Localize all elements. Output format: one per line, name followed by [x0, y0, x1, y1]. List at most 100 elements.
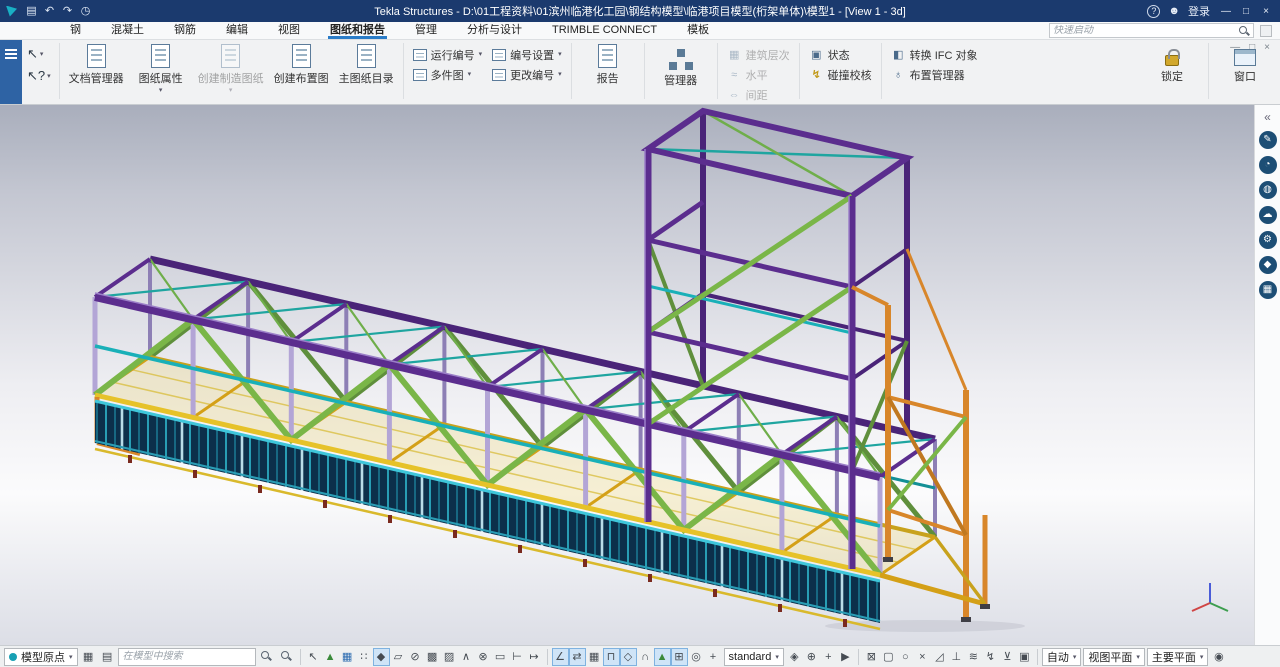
tab-drawings-reports[interactable]: 图纸和报告: [328, 22, 387, 39]
snap-arc-icon[interactable]: ∩: [637, 648, 654, 666]
recent-icon[interactable]: ◔: [1259, 156, 1277, 174]
select-surfaces-icon[interactable]: ▱: [390, 648, 407, 666]
undo-icon[interactable]: ↶: [42, 0, 57, 22]
tab-view[interactable]: 视图: [276, 22, 302, 39]
snap-midpoint-icon[interactable]: ⊓: [603, 648, 620, 666]
settings-icon[interactable]: ⚙: [1259, 231, 1277, 249]
help-icon[interactable]: ?: [1147, 5, 1160, 18]
layout-manager-button[interactable]: ♁布置管理器: [887, 65, 982, 84]
snap-intersection-icon[interactable]: ◇: [620, 648, 637, 666]
tab-analysis-design[interactable]: 分析与设计: [465, 22, 524, 39]
wireframe-icon[interactable]: ≋: [965, 648, 982, 666]
status-button[interactable]: ▣状态: [805, 45, 876, 64]
minimize-button[interactable]: —: [1218, 6, 1234, 17]
tab-steel[interactable]: 钢: [68, 22, 83, 39]
create-layout-drawing-button[interactable]: 创建布置图: [270, 40, 333, 88]
visibility-icon[interactable]: ◉: [1210, 648, 1227, 666]
sketch-inquire-icon[interactable]: ✎: [1259, 131, 1277, 149]
snap-grid-icon[interactable]: ▦: [586, 648, 603, 666]
snap-parallel-icon[interactable]: ⇄: [569, 648, 586, 666]
drawing-properties-button[interactable]: 图纸属性 ▾: [130, 40, 192, 93]
select-grid-icon[interactable]: ▦: [339, 648, 356, 666]
view-plane-combo[interactable]: 视图平面 ▾: [1083, 648, 1145, 666]
components-icon[interactable]: ◆: [1259, 256, 1277, 274]
window-button[interactable]: 窗口: [1214, 40, 1276, 99]
building-hierarchy-button[interactable]: ▦建筑层次: [723, 45, 794, 64]
redo-icon[interactable]: ↷: [60, 0, 75, 22]
solid-icon[interactable]: ▣: [1016, 648, 1033, 666]
rotation-center-combo[interactable]: 自动 ▾: [1042, 648, 1082, 666]
quick-launch-search[interactable]: [1049, 23, 1254, 38]
inquire-pointer-button[interactable]: ↖?▾: [24, 66, 54, 86]
xor-icon[interactable]: ⊻: [999, 648, 1016, 666]
snap-endpoint-icon[interactable]: ▲: [654, 648, 671, 666]
pan-icon[interactable]: +: [820, 648, 837, 666]
multi-part-drawing-button[interactable]: 多件图▾: [409, 65, 487, 84]
tab-manage[interactable]: 管理: [413, 22, 439, 39]
view-box-icon[interactable]: ▢: [880, 648, 897, 666]
select-views-icon[interactable]: ▭: [492, 648, 509, 666]
workplane-toggle-icon[interactable]: ▤: [99, 648, 116, 666]
search-model-icon[interactable]: [258, 648, 276, 666]
select-parts-icon[interactable]: ◆: [373, 648, 390, 666]
zoom-icon[interactable]: ⊕: [803, 648, 820, 666]
model-search-input[interactable]: [118, 648, 256, 666]
lightning-icon[interactable]: ↯: [982, 648, 999, 666]
master-drawing-catalog-button[interactable]: 主图纸目录: [335, 40, 398, 88]
spacing-button[interactable]: ⇔间距: [723, 85, 794, 104]
snap-center-icon[interactable]: ⊞: [671, 648, 688, 666]
run-numbering-button[interactable]: 运行编号▾: [409, 45, 487, 64]
select-welds-icon[interactable]: ∧: [458, 648, 475, 666]
perpendicular-icon[interactable]: ⊥: [948, 648, 965, 666]
phase-icon[interactable]: ◈: [786, 648, 803, 666]
clash-check-button[interactable]: ↯碰撞校核: [805, 65, 876, 84]
lock-button[interactable]: 锁定: [1141, 40, 1203, 99]
select-grids-icon[interactable]: ⊢: [509, 648, 526, 666]
create-fabrication-drawings-button[interactable]: 创建制造图纸 ▾: [194, 40, 268, 93]
tekla-online-icon[interactable]: ◍: [1259, 181, 1277, 199]
save-icon[interactable]: ▤: [24, 0, 39, 22]
tab-trimble-connect[interactable]: TRIMBLE CONNECT: [550, 22, 659, 39]
snap-settings-combo[interactable]: standard ▾: [724, 648, 784, 666]
tab-concrete[interactable]: 混凝土: [109, 22, 146, 39]
login-button[interactable]: 登录: [1188, 3, 1210, 19]
collapse-side-pane-icon[interactable]: «: [1259, 110, 1277, 124]
snap-angle-icon[interactable]: ∠: [552, 648, 569, 666]
section-icon[interactable]: ◿: [931, 648, 948, 666]
select-pointer-button[interactable]: ↖▾: [24, 44, 54, 64]
origin-combo[interactable]: 模型原点 ▾: [4, 648, 78, 666]
zoom-search-icon[interactable]: [278, 648, 296, 666]
select-points-icon[interactable]: ∷: [356, 648, 373, 666]
organizer-button[interactable]: 管理器: [650, 40, 712, 88]
numbering-settings-button[interactable]: 编号设置▾: [488, 45, 566, 64]
document-manager-button[interactable]: 文档管理器: [65, 40, 128, 88]
select-components-icon[interactable]: ▩: [424, 648, 441, 666]
convert-ifc-button[interactable]: ◧转换 IFC 对象: [887, 45, 982, 64]
tab-edit[interactable]: 编辑: [224, 22, 250, 39]
level-button[interactable]: ≈水平: [723, 65, 794, 84]
select-reinforcement-icon[interactable]: ↦: [526, 648, 543, 666]
clip-plane-icon[interactable]: ⊠: [863, 648, 880, 666]
reports-button[interactable]: 报告: [577, 40, 639, 86]
fly-icon[interactable]: ▶: [837, 648, 854, 666]
erase-icon[interactable]: ×: [914, 648, 931, 666]
history-icon[interactable]: ◷: [78, 0, 93, 22]
snap-origin-icon[interactable]: ◎: [688, 648, 705, 666]
ribbon-options-icon[interactable]: [1260, 25, 1272, 37]
change-numbering-button[interactable]: 更改编号▾: [488, 65, 566, 84]
main-plane-combo[interactable]: 主要平面 ▾: [1147, 648, 1209, 666]
select-assemblies-icon[interactable]: ▨: [441, 648, 458, 666]
applications-icon[interactable]: ▦: [1259, 281, 1277, 299]
tab-rebar[interactable]: 钢筋: [172, 22, 198, 39]
select-all-icon[interactable]: ↖: [305, 648, 322, 666]
select-filter-icon[interactable]: ▲: [322, 648, 339, 666]
maximize-button[interactable]: □: [1238, 6, 1254, 17]
model-3d-view[interactable]: [0, 105, 1254, 645]
close-button[interactable]: ×: [1258, 6, 1274, 17]
select-none-icon[interactable]: ⊘: [407, 648, 424, 666]
quick-launch-input[interactable]: [1053, 25, 1233, 36]
app-menu-button[interactable]: [0, 40, 22, 104]
tab-template[interactable]: 模板: [685, 22, 711, 39]
snap-free-icon[interactable]: +: [705, 648, 722, 666]
grid-toggle-icon[interactable]: ▦: [80, 648, 97, 666]
